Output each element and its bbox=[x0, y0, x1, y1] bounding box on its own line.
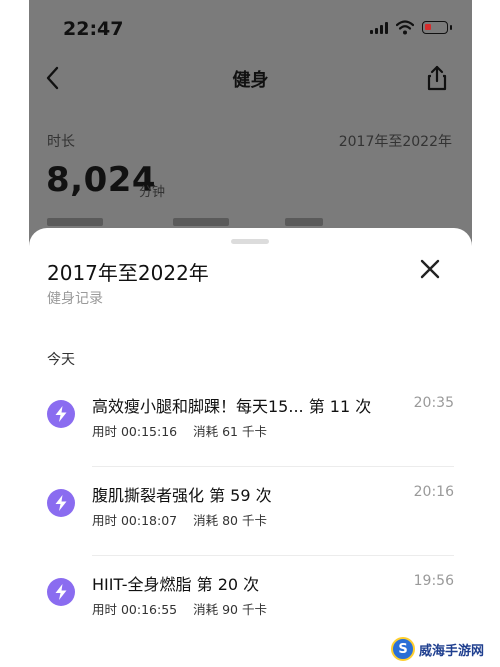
lightning-icon bbox=[47, 489, 75, 517]
record-duration: 用时 00:18:07 bbox=[92, 513, 178, 528]
records-sheet: 2017年至2022年 健身记录 今天 高效瘦小腿和脚踝！每天15... 第 1… bbox=[29, 228, 472, 667]
page-title: 健身 bbox=[232, 70, 269, 91]
status-bar: 22:47 bbox=[29, 0, 472, 56]
close-icon[interactable] bbox=[417, 256, 443, 282]
record-meta: 用时 00:18:07 消耗 80 千卡 bbox=[92, 510, 267, 529]
record-list: 高效瘦小腿和脚踝！每天15... 第 11 次 用时 00:15:16 消耗 61… bbox=[29, 378, 472, 645]
record-meta: 用时 00:16:55 消耗 90 千卡 bbox=[92, 599, 267, 618]
record-calories: 消耗 90 千卡 bbox=[193, 602, 267, 617]
record-time: 19:56 bbox=[413, 573, 454, 589]
sheet-grabber[interactable] bbox=[231, 239, 269, 244]
share-icon[interactable] bbox=[425, 64, 449, 92]
battery-icon bbox=[422, 21, 452, 34]
record-meta: 用时 00:15:16 消耗 61 千卡 bbox=[92, 421, 267, 440]
sheet-title: 2017年至2022年 bbox=[47, 261, 209, 285]
wifi-icon bbox=[396, 20, 414, 35]
record-title: 高效瘦小腿和脚踝！每天15... 第 11 次 bbox=[92, 397, 372, 416]
phone-screen: 22:47 健身 时长 2017年至2022年 8,024 分钟 2017年至2… bbox=[29, 0, 472, 667]
record-duration: 用时 00:15:16 bbox=[92, 424, 178, 439]
lightning-icon bbox=[47, 578, 75, 606]
record-duration: 用时 00:16:55 bbox=[92, 602, 178, 617]
status-time: 22:47 bbox=[63, 18, 124, 40]
duration-label: 时长 bbox=[47, 134, 75, 150]
watermark-logo: S bbox=[391, 637, 415, 661]
record-title: 腹肌撕裂者强化 第 59 次 bbox=[92, 486, 272, 505]
sheet-subtitle: 健身记录 bbox=[47, 291, 103, 307]
lightning-icon bbox=[47, 400, 75, 428]
record-calories: 消耗 61 千卡 bbox=[193, 424, 267, 439]
record-calories: 消耗 80 千卡 bbox=[193, 513, 267, 528]
record-item[interactable]: 腹肌撕裂者强化 第 59 次 用时 00:18:07 消耗 80 千卡 20:16 bbox=[29, 467, 472, 556]
site-watermark: S 威海手游网 bbox=[391, 636, 484, 662]
record-item[interactable]: HIIT-全身燃脂 第 20 次 用时 00:16:55 消耗 90 千卡 19:… bbox=[29, 556, 472, 645]
watermark-text: 威海手游网 bbox=[419, 643, 485, 659]
duration-unit: 分钟 bbox=[139, 185, 166, 200]
duration-range: 2017年至2022年 bbox=[338, 134, 452, 150]
record-item[interactable]: 高效瘦小腿和脚踝！每天15... 第 11 次 用时 00:15:16 消耗 61… bbox=[29, 378, 472, 467]
record-time: 20:16 bbox=[413, 484, 454, 500]
signal-icon bbox=[370, 22, 390, 34]
record-time: 20:35 bbox=[413, 395, 454, 411]
section-label-today: 今天 bbox=[47, 352, 75, 368]
background-page: 22:47 健身 时长 2017年至2022年 8,024 分钟 bbox=[29, 0, 472, 260]
record-title: HIIT-全身燃脂 第 20 次 bbox=[92, 575, 260, 594]
